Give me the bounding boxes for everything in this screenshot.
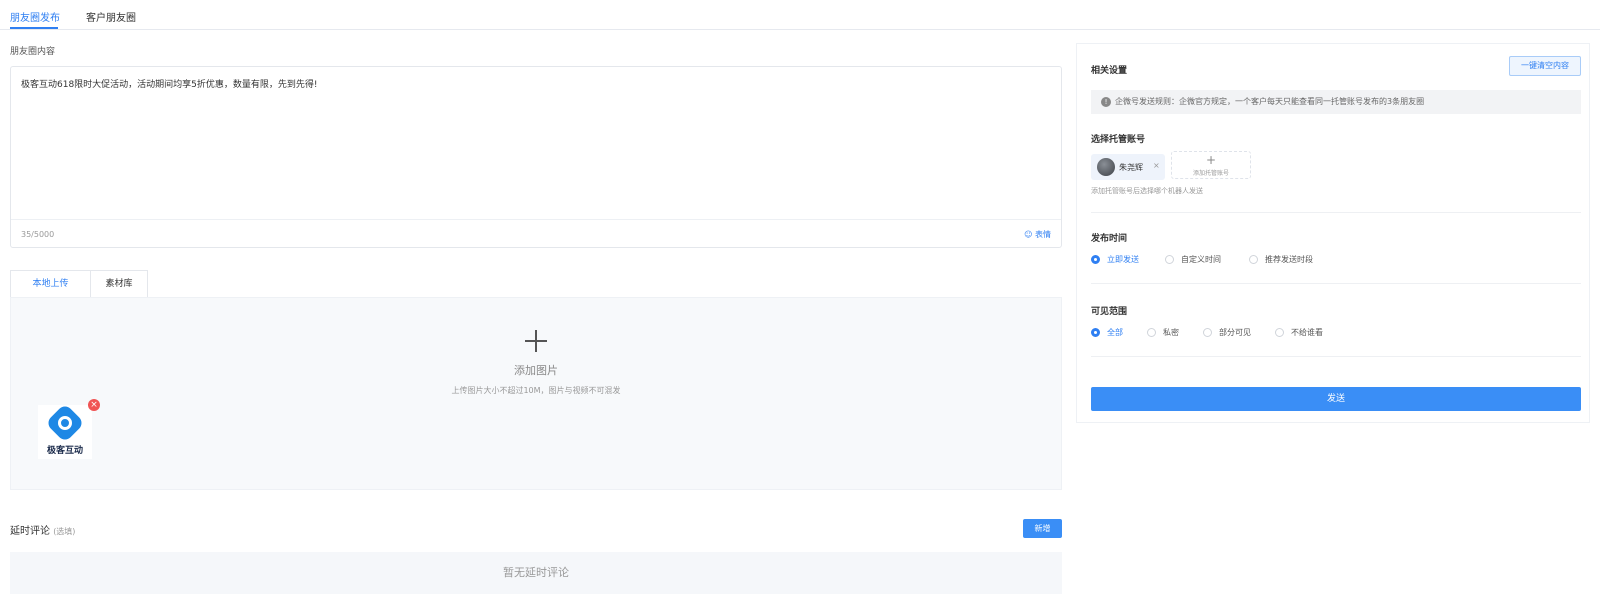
divider [1091, 356, 1581, 357]
account-section-title: 选择托管账号 [1091, 135, 1146, 145]
empty-comments-placeholder: 暂无延时评论 [10, 552, 1062, 594]
radio-label: 私密 [1163, 328, 1179, 337]
settings-title: 相关设置 [1091, 66, 1128, 76]
radio-label: 不给谁看 [1291, 328, 1323, 337]
emoji-button[interactable]: ☺ 表情 [1024, 229, 1051, 240]
uploaded-image-thumbnail[interactable]: 极客互动 [38, 403, 92, 459]
send-rule-text: 企微号发送规则：企微官方规定，一个客户每天只能查看同一托管账号发布的3条朋友圈 [1115, 97, 1425, 106]
publish-time-title: 发布时间 [1091, 234, 1128, 244]
close-circle-icon[interactable]: × [88, 399, 100, 411]
add-comment-button[interactable]: 新增 [1023, 519, 1062, 538]
brand-logo-text: 极客互动 [46, 446, 83, 456]
optional-tag: (选填) [53, 527, 76, 536]
delayed-comments-title: 延时评论 (选填) [10, 522, 75, 537]
visibility-options: 全部 私密 部分可见 不给谁看 [1091, 326, 1391, 340]
plus-icon: + [1205, 153, 1217, 167]
add-account-label: 添加托管账号 [1192, 170, 1229, 177]
clear-content-button[interactable]: 一键清空内容 [1509, 56, 1581, 76]
upload-hint: 上传图片大小不超过10M，图片与视频不可混发 [451, 386, 621, 395]
account-name: 朱尧辉 [1119, 163, 1143, 172]
textarea-divider [11, 219, 1061, 220]
brand-logo-ring [58, 416, 72, 430]
add-account-button[interactable]: + 添加托管账号 [1171, 151, 1251, 179]
radio-label: 全部 [1107, 328, 1123, 337]
send-rule-notice: ! 企微号发送规则：企微官方规定，一个客户每天只能查看同一托管账号发布的3条朋友… [1091, 90, 1581, 114]
radio-dot [1249, 255, 1258, 264]
content-textarea[interactable]: 极客互动618限时大促活动，活动期间均享5折优惠，数量有限，先到先得! 35/5… [10, 66, 1062, 248]
radio-dot [1147, 328, 1156, 337]
divider [1091, 283, 1581, 284]
top-tab-bar: 朋友圈发布 客户朋友圈 [0, 0, 1600, 30]
send-button[interactable]: 发送 [1091, 387, 1581, 411]
radio-dot [1165, 255, 1174, 264]
selected-account-chip[interactable]: 朱尧辉 × [1091, 154, 1165, 180]
tab-local-upload[interactable]: 本地上传 [10, 270, 91, 298]
active-tab-indicator [10, 27, 58, 29]
radio-dot [1275, 328, 1284, 337]
publish-time-options: 立即发送 自定义时间 推荐发送时段 [1091, 253, 1391, 267]
info-icon: ! [1101, 97, 1111, 107]
content-text[interactable]: 极客互动618限时大促活动，活动期间均享5折优惠，数量有限，先到先得! [21, 77, 318, 90]
emoji-button-label: 表情 [1035, 230, 1051, 239]
divider [1091, 212, 1581, 213]
content-section-label: 朋友圈内容 [10, 47, 56, 57]
radio-dot [1203, 328, 1212, 337]
tab-material-library[interactable]: 素材库 [90, 270, 148, 298]
add-image-plus-icon[interactable] [525, 330, 547, 352]
radio-label: 自定义时间 [1181, 255, 1221, 264]
tab-moments-publish[interactable]: 朋友圈发布 [10, 9, 60, 24]
remove-account-icon[interactable]: × [1153, 161, 1160, 170]
radio-label: 推荐发送时段 [1265, 255, 1313, 264]
char-count: 35/5000 [21, 230, 55, 239]
radio-dot [1091, 255, 1100, 264]
radio-label: 部分可见 [1219, 328, 1251, 337]
radio-label: 立即发送 [1107, 255, 1139, 264]
tab-customer-moments[interactable]: 客户朋友圈 [86, 9, 136, 24]
smile-icon: ☺ [1024, 230, 1035, 239]
avatar [1097, 158, 1115, 176]
settings-panel: 相关设置 一键清空内容 ! 企微号发送规则：企微官方规定，一个客户每天只能查看同… [1076, 43, 1590, 423]
delayed-comments-label: 延时评论 [10, 526, 50, 537]
visibility-title: 可见范围 [1091, 307, 1128, 317]
radio-dot [1091, 328, 1100, 337]
moments-publish-page: 朋友圈发布 客户朋友圈 朋友圈内容 极客互动618限时大促活动，活动期间均享5折… [0, 0, 1600, 610]
account-hint: 添加托管账号后选择哪个机器人发送 [1091, 187, 1203, 195]
add-image-label: 添加图片 [514, 364, 558, 377]
